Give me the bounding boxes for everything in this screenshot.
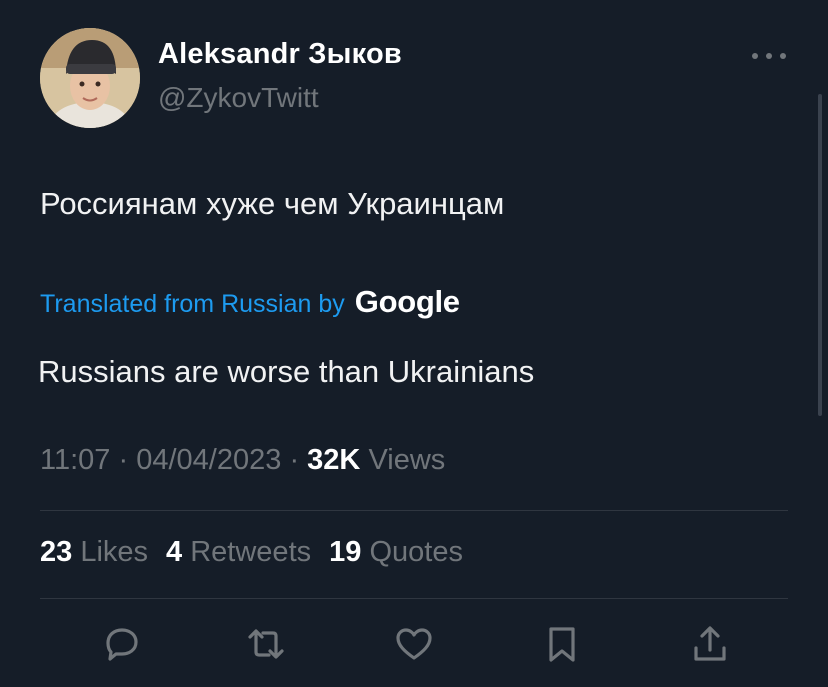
divider	[40, 510, 788, 511]
reply-button[interactable]	[100, 622, 144, 666]
heart-icon	[396, 628, 432, 660]
quotes-label: Quotes	[369, 536, 463, 568]
tweet-meta: 11:07 · 04/04/2023 · 32K Views	[40, 444, 445, 477]
author-handle[interactable]: @ZykovTwitt	[158, 82, 319, 114]
meta-separator: ·	[289, 444, 300, 476]
retweet-icon	[248, 629, 284, 659]
bookmark-button[interactable]	[540, 622, 584, 666]
retweets-label: Retweets	[190, 536, 312, 568]
divider	[40, 598, 788, 599]
scrollbar[interactable]	[818, 94, 822, 416]
more-icon[interactable]	[752, 42, 786, 70]
likes-count: 23	[40, 536, 73, 568]
translation-provider: Google	[354, 284, 460, 319]
retweet-button[interactable]	[244, 622, 288, 666]
tweet-time[interactable]: 11:07	[40, 444, 110, 476]
more-dot	[780, 53, 786, 59]
views-count: 32K	[307, 444, 361, 476]
more-dot	[752, 53, 758, 59]
action-bar	[100, 622, 740, 666]
views-label: Views	[368, 444, 446, 476]
bookmark-icon	[549, 627, 575, 662]
retweets-count: 4	[166, 536, 183, 568]
avatar-image	[40, 28, 140, 128]
share-button[interactable]	[688, 622, 732, 666]
quotes-count: 19	[329, 536, 362, 568]
more-dot	[766, 53, 772, 59]
likes-label: Likes	[80, 536, 149, 568]
likes-stat[interactable]: 23 Likes	[40, 536, 148, 569]
like-button[interactable]	[392, 622, 436, 666]
tweet-text: Россиянам хуже чем Украинцам	[40, 186, 505, 221]
author-name[interactable]: Aleksandr Зыков	[158, 38, 402, 71]
meta-separator: ·	[118, 444, 129, 476]
tweet-date[interactable]: 04/04/2023	[136, 444, 281, 476]
quotes-stat[interactable]: 19 Quotes	[329, 536, 463, 569]
share-icon	[694, 626, 726, 661]
reply-icon	[106, 628, 138, 661]
translated-text: Russians are worse than Ukrainians	[38, 354, 535, 389]
retweets-stat[interactable]: 4 Retweets	[166, 536, 311, 569]
avatar[interactable]	[40, 28, 140, 128]
translation-attribution[interactable]: Translated from Russian by Google	[40, 284, 460, 320]
engagement-stats: 23 Likes 4 Retweets 19 Quotes	[40, 536, 463, 569]
translation-label: Translated from Russian by	[40, 290, 345, 318]
